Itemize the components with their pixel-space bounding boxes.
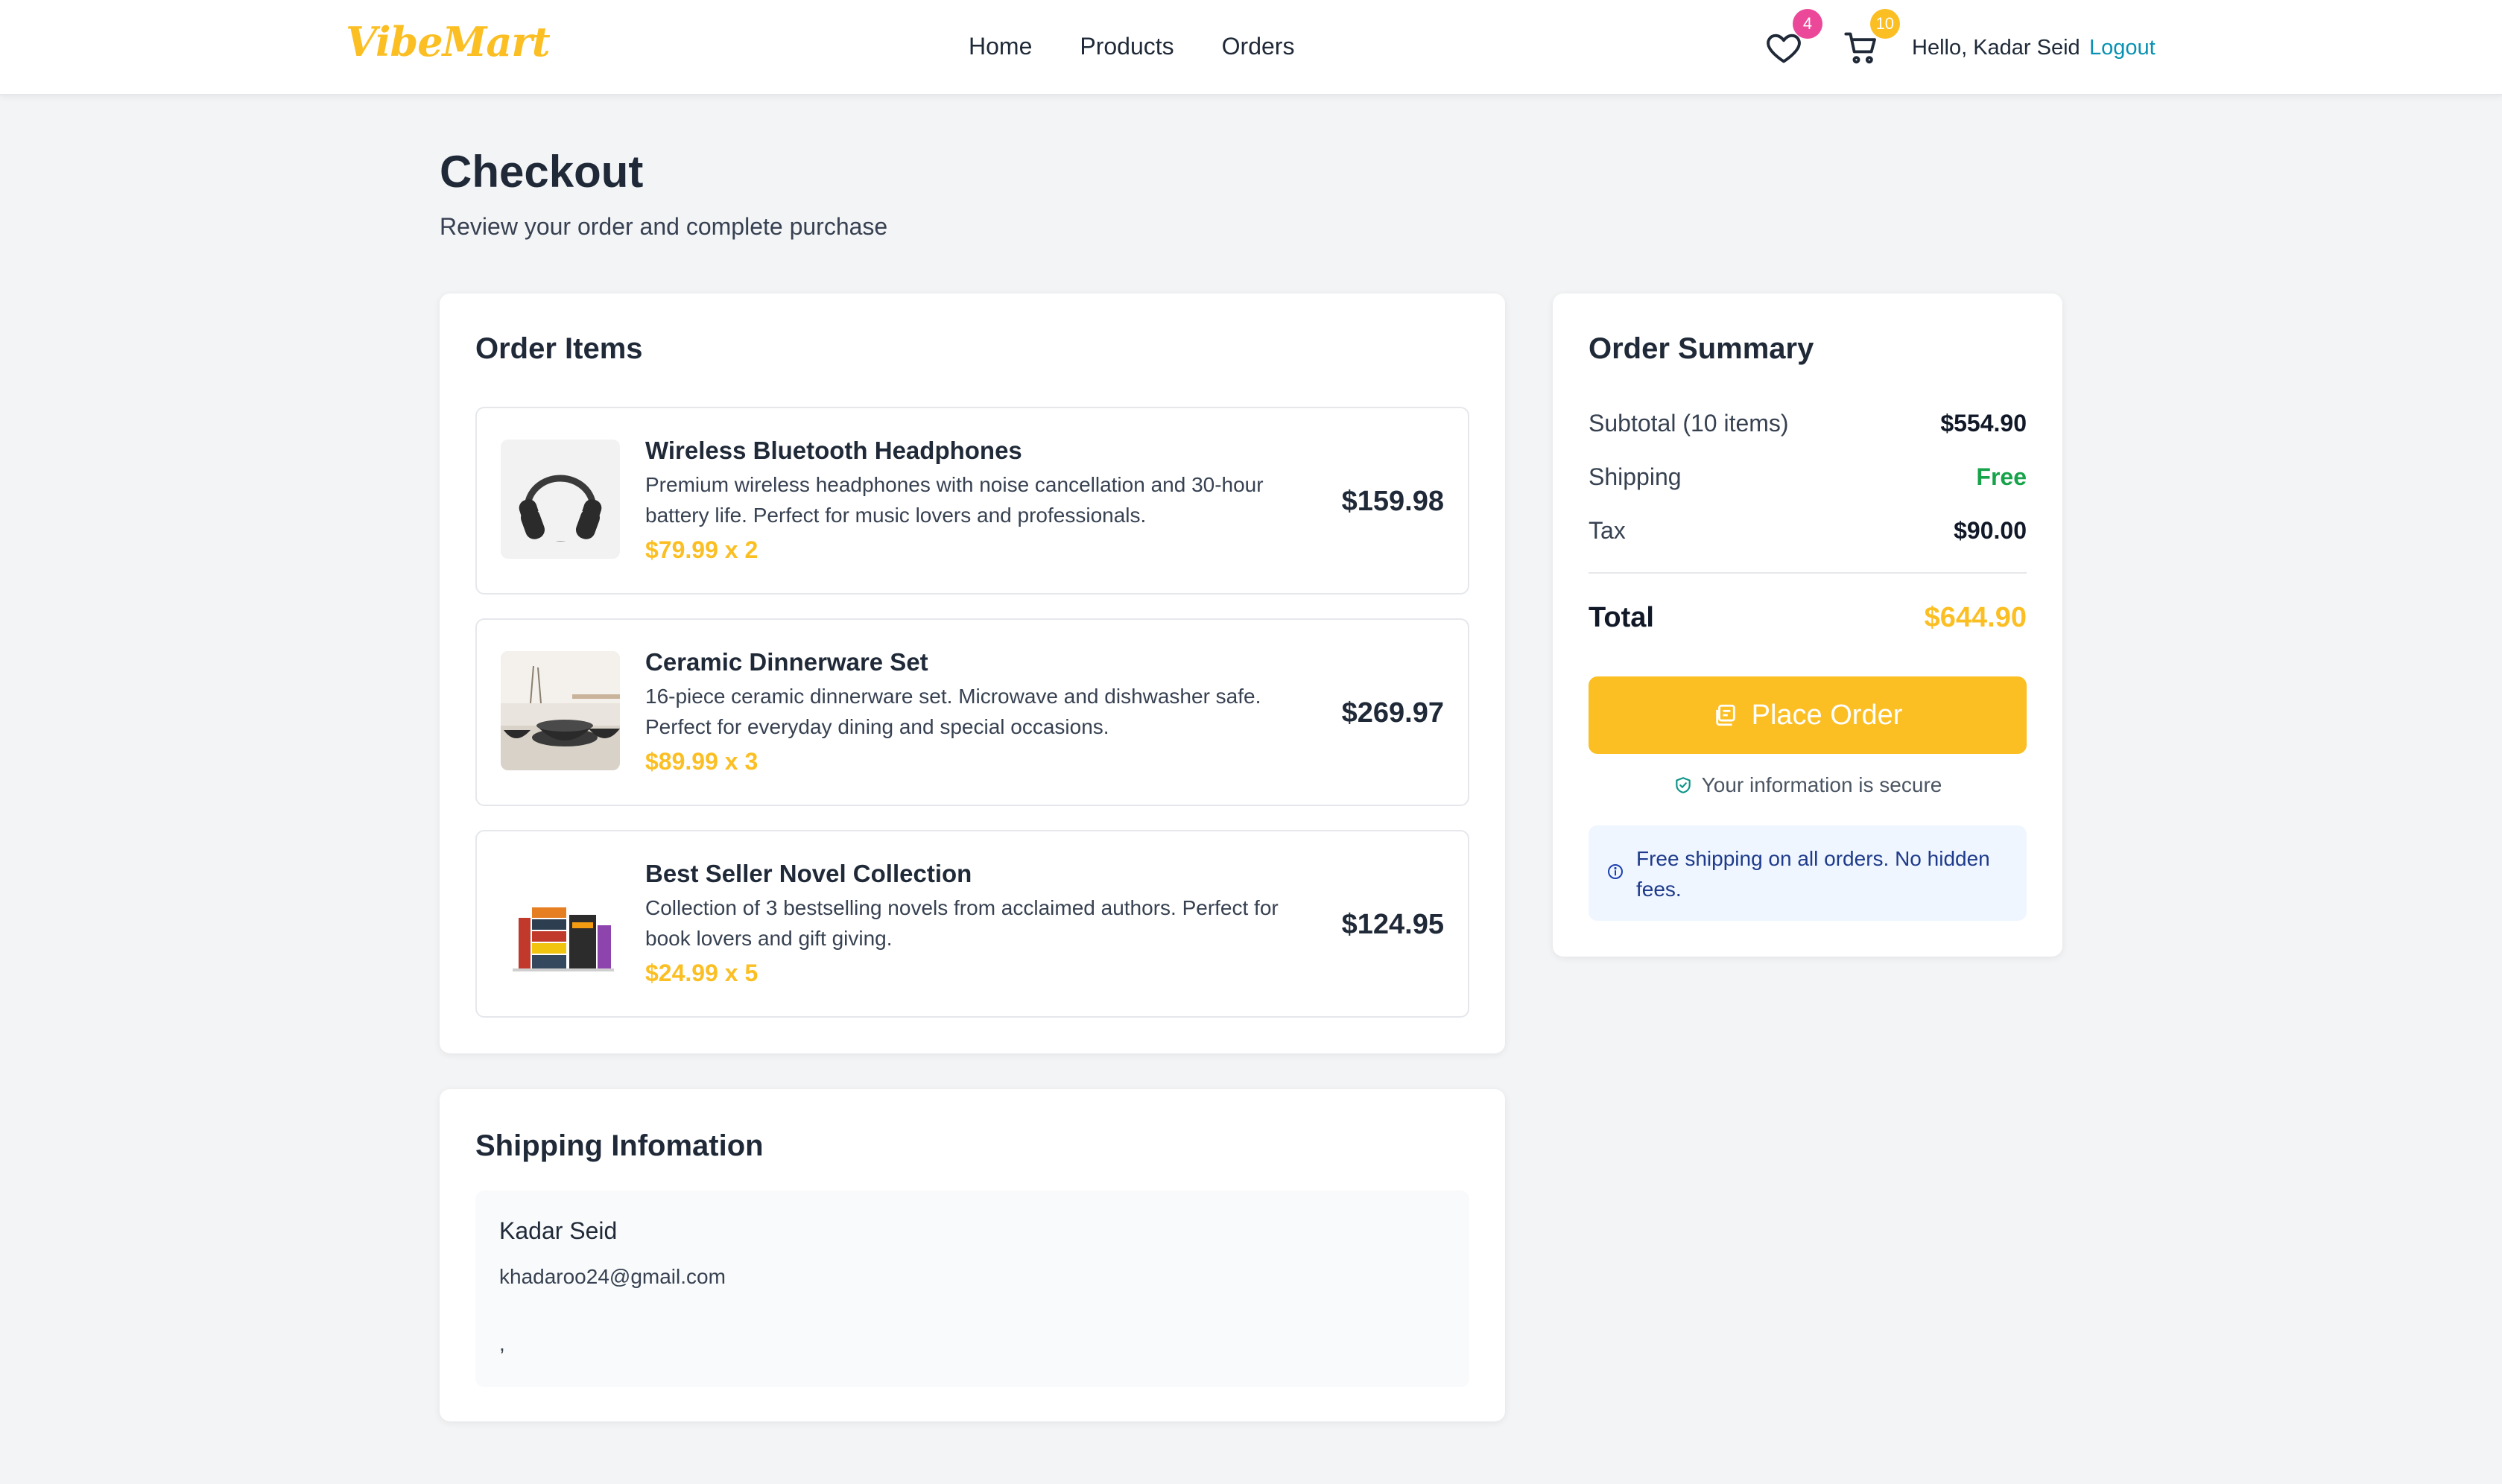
shipping-email: khadaroo24@gmail.com	[499, 1265, 726, 1288]
shipping-details-box: Kadar Seid khadaroo24@gmail.com ,	[475, 1190, 1469, 1387]
info-notice: Free shipping on all orders. No hidden f…	[1589, 825, 2027, 921]
info-icon	[1608, 864, 1623, 879]
order-summary-card: Order Summary Subtotal (10 items) $554.9…	[1553, 294, 2062, 957]
item-name: Ceramic Dinnerware Set	[645, 648, 928, 676]
order-items-title: Order Items	[475, 332, 643, 365]
nav-products-link[interactable]: Products	[1080, 33, 1174, 60]
item-name: Wireless Bluetooth Headphones	[645, 437, 1022, 464]
subtotal-label: Subtotal (10 items)	[1589, 410, 1789, 437]
item-description: Collection of 3 bestselling novels from …	[645, 896, 1279, 950]
headphones-image	[501, 440, 620, 559]
order-item: Ceramic Dinnerware Set 16-piece ceramic …	[475, 618, 1469, 806]
place-order-button[interactable]: Place Order	[1589, 676, 2027, 754]
shipping-label: Shipping	[1589, 463, 1682, 490]
order-summary-title: Order Summary	[1589, 332, 1814, 365]
tax-label: Tax	[1589, 517, 1626, 544]
shield-check-icon	[1675, 777, 1691, 793]
item-line-total: $269.97	[1341, 697, 1444, 729]
page-subtitle: Review your order and complete purchase	[440, 213, 888, 240]
total-label: Total	[1589, 602, 1654, 633]
summary-divider	[1589, 572, 2027, 574]
page-title: Checkout	[440, 147, 644, 197]
nav-home-link[interactable]: Home	[969, 33, 1032, 60]
item-description: 16-piece ceramic dinnerware set. Microwa…	[645, 685, 1261, 738]
tax-value: $90.00	[1954, 517, 2027, 544]
cart-button[interactable]: 10	[1842, 9, 1900, 67]
item-unit-price: $79.99 x 2	[645, 536, 758, 563]
subtotal-value: $554.90	[1940, 410, 2027, 437]
item-name: Best Seller Novel Collection	[645, 860, 972, 887]
item-description: Premium wireless headphones with noise c…	[645, 473, 1264, 527]
item-unit-price: $24.99 x 5	[645, 960, 758, 986]
user-greeting: Hello, Kadar Seid	[1912, 36, 2080, 60]
main-nav: Home Products Orders	[969, 33, 1294, 60]
shipping-value: Free	[1976, 463, 2027, 490]
secure-note: Your information is secure	[1589, 773, 2027, 797]
item-unit-price: $89.99 x 3	[645, 748, 758, 775]
dinnerware-image	[501, 651, 620, 770]
place-order-label: Place Order	[1751, 699, 1903, 731]
wishlist-button[interactable]: 4	[1764, 9, 1822, 67]
vibemart-logo[interactable]: VibeMart	[346, 18, 551, 66]
order-item: Wireless Bluetooth Headphones Premium wi…	[475, 407, 1469, 594]
secure-note-text: Your information is secure	[1701, 773, 1942, 796]
order-items-card: Order Items Wireless Bluetooth Headphone…	[440, 294, 1505, 1053]
total-value: $644.90	[1924, 602, 2027, 633]
shipping-info-title: Shipping Infomation	[475, 1129, 764, 1162]
nav-orders-link[interactable]: Orders	[1222, 33, 1295, 60]
item-line-total: $124.95	[1341, 909, 1444, 940]
books-image	[501, 863, 620, 982]
shipping-address: ,	[499, 1332, 505, 1355]
wishlist-count-badge: 4	[1793, 9, 1822, 39]
shipping-info-card: Shipping Infomation Kadar Seid khadaroo2…	[440, 1089, 1505, 1421]
top-navigation-bar: VibeMart Home Products Orders 4 10 Hello…	[0, 0, 2502, 95]
item-line-total: $159.98	[1341, 486, 1444, 517]
receipt-icon	[1715, 704, 1735, 726]
info-notice-text: Free shipping on all orders. No hidden f…	[1636, 847, 1990, 901]
logout-link[interactable]: Logout	[2089, 36, 2156, 60]
shipping-name: Kadar Seid	[499, 1217, 618, 1244]
order-item: Best Seller Novel Collection Collection …	[475, 830, 1469, 1018]
cart-count-badge: 10	[1869, 9, 1900, 39]
